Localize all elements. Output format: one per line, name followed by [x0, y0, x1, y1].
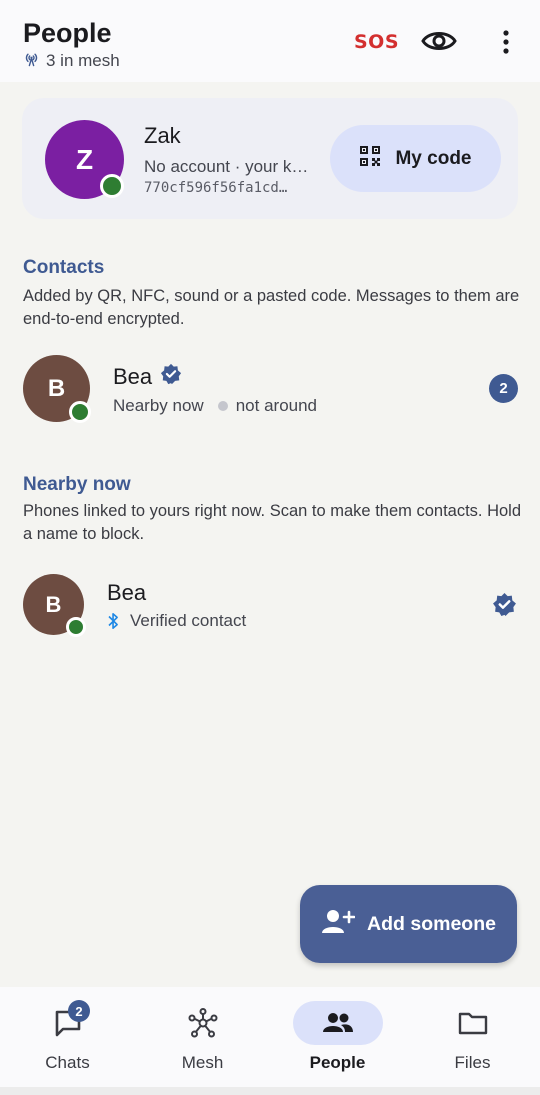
contact-online-indicator — [69, 401, 91, 423]
bluetooth-icon — [107, 612, 120, 630]
nav-people-label: People — [309, 1053, 366, 1072]
online-indicator — [100, 174, 124, 198]
my-public-key: 770cf596f56fa1cd… — [144, 180, 288, 196]
add-someone-label: Add someone — [367, 912, 496, 935]
nearby-status-text: Verified contact — [130, 611, 247, 630]
nearby-description: Phones linked to yours right now. Scan t… — [23, 502, 522, 543]
nav-files-label: Files — [454, 1053, 491, 1072]
mesh-status: 3 in mesh — [23, 50, 120, 72]
sos-button[interactable]: SOS — [354, 31, 399, 53]
verified-contact-icon — [492, 592, 517, 617]
add-person-icon — [321, 908, 356, 940]
bottom-navigation: 2 Chats Mesh People Files — [0, 987, 540, 1087]
unread-count-badge: 2 — [489, 374, 518, 403]
contacts-heading: Contacts — [23, 257, 105, 278]
mesh-count: 3 in mesh — [46, 51, 120, 70]
verified-icon — [160, 363, 182, 391]
nav-chats-label: Chats — [45, 1053, 90, 1072]
contact-presence-primary: Nearby now — [113, 396, 204, 415]
nav-files[interactable]: Files — [405, 987, 540, 1087]
add-someone-button[interactable]: Add someone — [300, 885, 517, 963]
contact-presence: Nearby now not around — [113, 396, 317, 416]
page-title: People — [23, 18, 112, 48]
my-identity-card: Z Zak No account · your key is your iden… — [22, 98, 518, 219]
nearby-heading: Nearby now — [23, 474, 131, 495]
people-icon — [292, 1001, 383, 1045]
gesture-bar-area — [0, 1087, 540, 1095]
nearby-status: Verified contact — [107, 611, 246, 631]
nav-mesh-label: Mesh — [181, 1053, 224, 1072]
antenna-icon — [23, 50, 40, 72]
nearby-avatar-initial: B — [45, 591, 62, 617]
nearby-name: Bea — [107, 580, 147, 605]
more-menu-icon[interactable] — [494, 28, 518, 56]
contact-avatar-initial: B — [47, 374, 66, 402]
my-code-label: My code — [395, 147, 472, 169]
nav-chats[interactable]: 2 Chats — [0, 987, 135, 1087]
my-account-status: No account · your key is your identity — [144, 157, 316, 176]
contacts-description: Added by QR, NFC, sound or a pasted code… — [23, 287, 520, 328]
folder-icon — [428, 1001, 518, 1045]
chats-unread-badge: 2 — [68, 1000, 90, 1022]
contact-name: Bea — [113, 363, 182, 391]
contact-name-text: Bea — [113, 364, 153, 389]
visibility-eye-icon[interactable] — [421, 26, 457, 56]
nav-mesh[interactable]: Mesh — [135, 987, 270, 1087]
my-name: Zak — [144, 123, 181, 148]
mesh-network-icon — [158, 1001, 248, 1045]
contact-presence-secondary: not around — [235, 396, 318, 415]
nav-people[interactable]: People — [270, 987, 405, 1087]
my-code-button[interactable]: My code — [330, 125, 501, 192]
presence-dot — [217, 401, 228, 411]
nearby-online-indicator — [66, 617, 86, 637]
qr-code-icon — [359, 145, 381, 173]
app-bar: People 3 in mesh SOS — [0, 0, 540, 82]
my-avatar-initial: Z — [75, 143, 94, 175]
